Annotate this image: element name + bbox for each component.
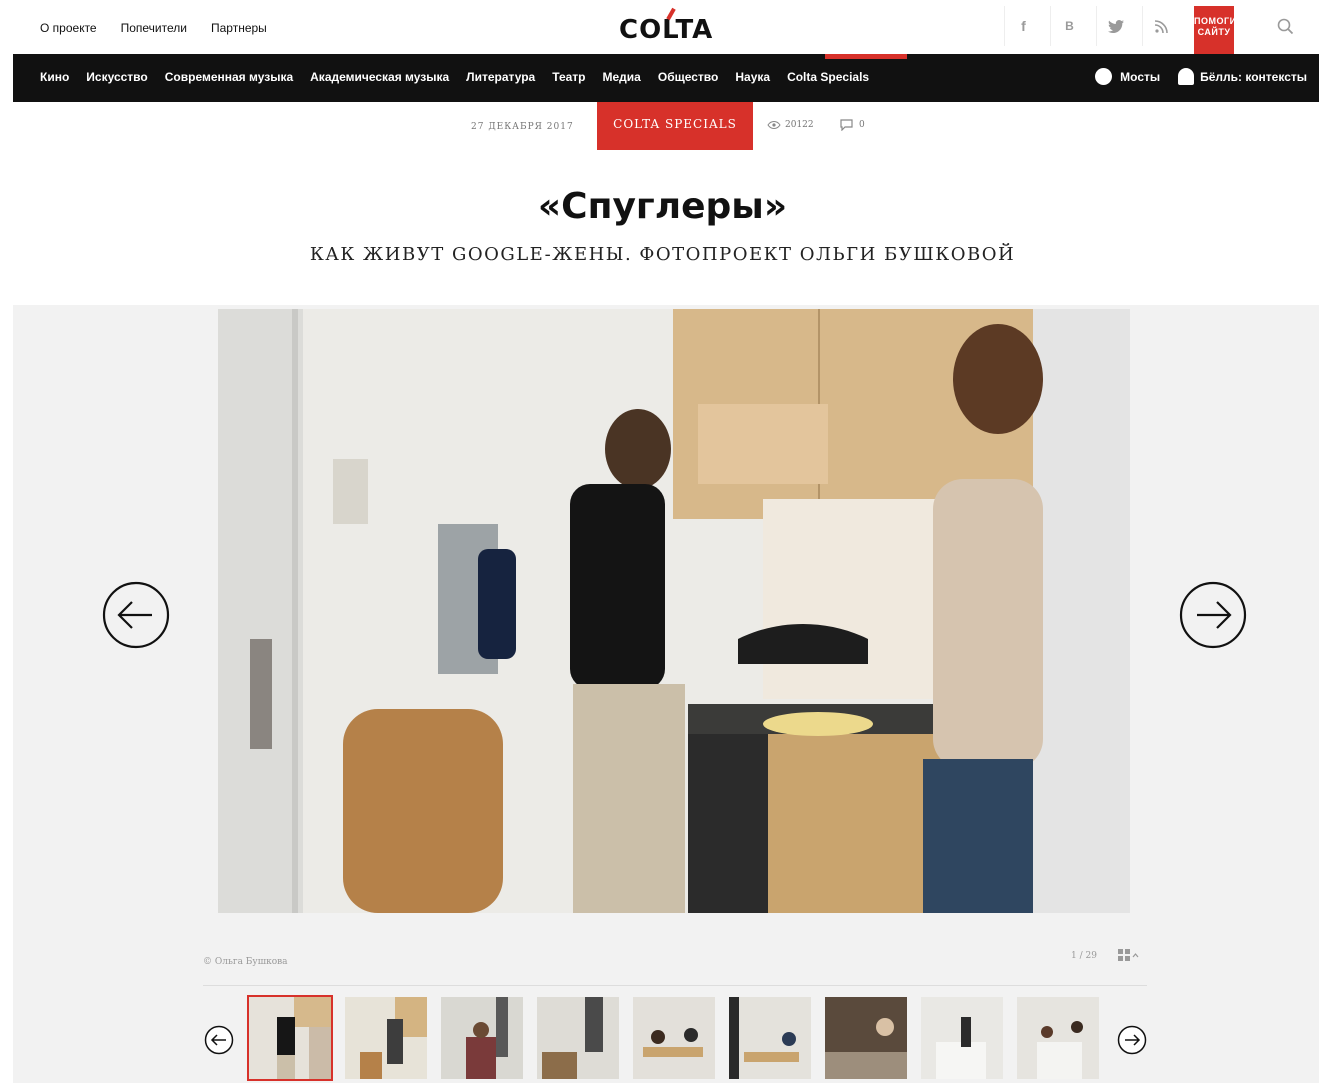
views-count: 20122 xyxy=(767,120,814,130)
thumbnail[interactable] xyxy=(343,995,429,1081)
thumbnail-strip xyxy=(247,995,1101,1081)
nav-item-society[interactable]: Общество xyxy=(658,70,719,84)
main-photo[interactable] xyxy=(218,309,1130,913)
nav-item-theatre[interactable]: Театр xyxy=(552,70,585,84)
nav-item-contemporary-music[interactable]: Современная музыка xyxy=(165,70,293,84)
thumbnail[interactable] xyxy=(1015,995,1101,1081)
prev-photo-arrow-icon[interactable] xyxy=(102,581,170,649)
thumbnail[interactable] xyxy=(631,995,717,1081)
facebook-icon[interactable]: f xyxy=(1004,6,1042,46)
boell-icon xyxy=(1178,68,1195,85)
nav-item-literature[interactable]: Литература xyxy=(466,70,535,84)
nav-item-media[interactable]: Медиа xyxy=(603,70,641,84)
nav-item-science[interactable]: Наука xyxy=(735,70,770,84)
donate-button[interactable]: ПОМОГИ САЙТУ xyxy=(1194,6,1236,67)
gallery-divider xyxy=(203,985,1147,986)
article-title: «Спуглеры» xyxy=(537,186,788,227)
nav-item-art[interactable]: Искусство xyxy=(86,70,147,84)
category-badge[interactable]: COLTA SPECIALS xyxy=(597,102,753,150)
nav-item-bridges[interactable]: Мосты xyxy=(1120,70,1160,84)
nav-item-colta-specials[interactable]: Colta Specials xyxy=(787,70,869,84)
thumbnail[interactable] xyxy=(247,995,333,1081)
article-subtitle: КАК ЖИВУТ GOOGLE-ЖЕНЫ. ФОТОПРОЕКТ ОЛЬГИ … xyxy=(309,244,1016,265)
link-about[interactable]: О проекте xyxy=(40,21,97,35)
top-links: О проекте Попечители Партнеры xyxy=(40,21,291,35)
thumbnail[interactable] xyxy=(535,995,621,1081)
thumbnail[interactable] xyxy=(439,995,525,1081)
link-partners[interactable]: Партнеры xyxy=(211,21,267,35)
twitter-icon[interactable] xyxy=(1096,6,1134,46)
top-bar: О проекте Попечители Партнеры COLTA f В … xyxy=(0,0,1325,67)
next-photo-arrow-icon[interactable] xyxy=(1179,581,1247,649)
link-trustees[interactable]: Попечители xyxy=(121,21,187,35)
grid-view-icon[interactable] xyxy=(1118,949,1144,963)
thumbnail[interactable] xyxy=(823,995,909,1081)
site-logo[interactable]: COLTA xyxy=(619,7,713,45)
photo-gallery: © Ольга Бушкова 1 / 29 xyxy=(13,305,1319,1083)
nav-item-cinema[interactable]: Кино xyxy=(40,70,69,84)
thumbnail[interactable] xyxy=(919,995,1005,1081)
thumbs-next-arrow-icon[interactable] xyxy=(1117,1025,1147,1055)
comments-link[interactable]: 0 xyxy=(840,119,865,131)
search-icon[interactable] xyxy=(1266,6,1304,46)
nav-item-academic-music[interactable]: Академическая музыка xyxy=(310,70,449,84)
article-date: 27 ДЕКАБРЯ 2017 xyxy=(471,122,574,132)
photo-counter: 1 / 29 xyxy=(1071,951,1097,961)
main-nav: Кино Искусство Современная музыка Академ… xyxy=(13,54,1319,102)
active-indicator xyxy=(825,54,907,59)
comment-icon xyxy=(840,119,853,131)
photo-credit: © Ольга Бушкова xyxy=(203,957,288,967)
thumbs-prev-arrow-icon[interactable] xyxy=(204,1025,234,1055)
rss-icon[interactable] xyxy=(1142,6,1180,46)
bridges-icon xyxy=(1095,68,1113,85)
vk-icon[interactable]: В xyxy=(1050,6,1088,46)
eye-icon xyxy=(767,121,781,129)
nav-item-boell[interactable]: Бёлль: контексты xyxy=(1200,70,1307,84)
thumbnail[interactable] xyxy=(727,995,813,1081)
